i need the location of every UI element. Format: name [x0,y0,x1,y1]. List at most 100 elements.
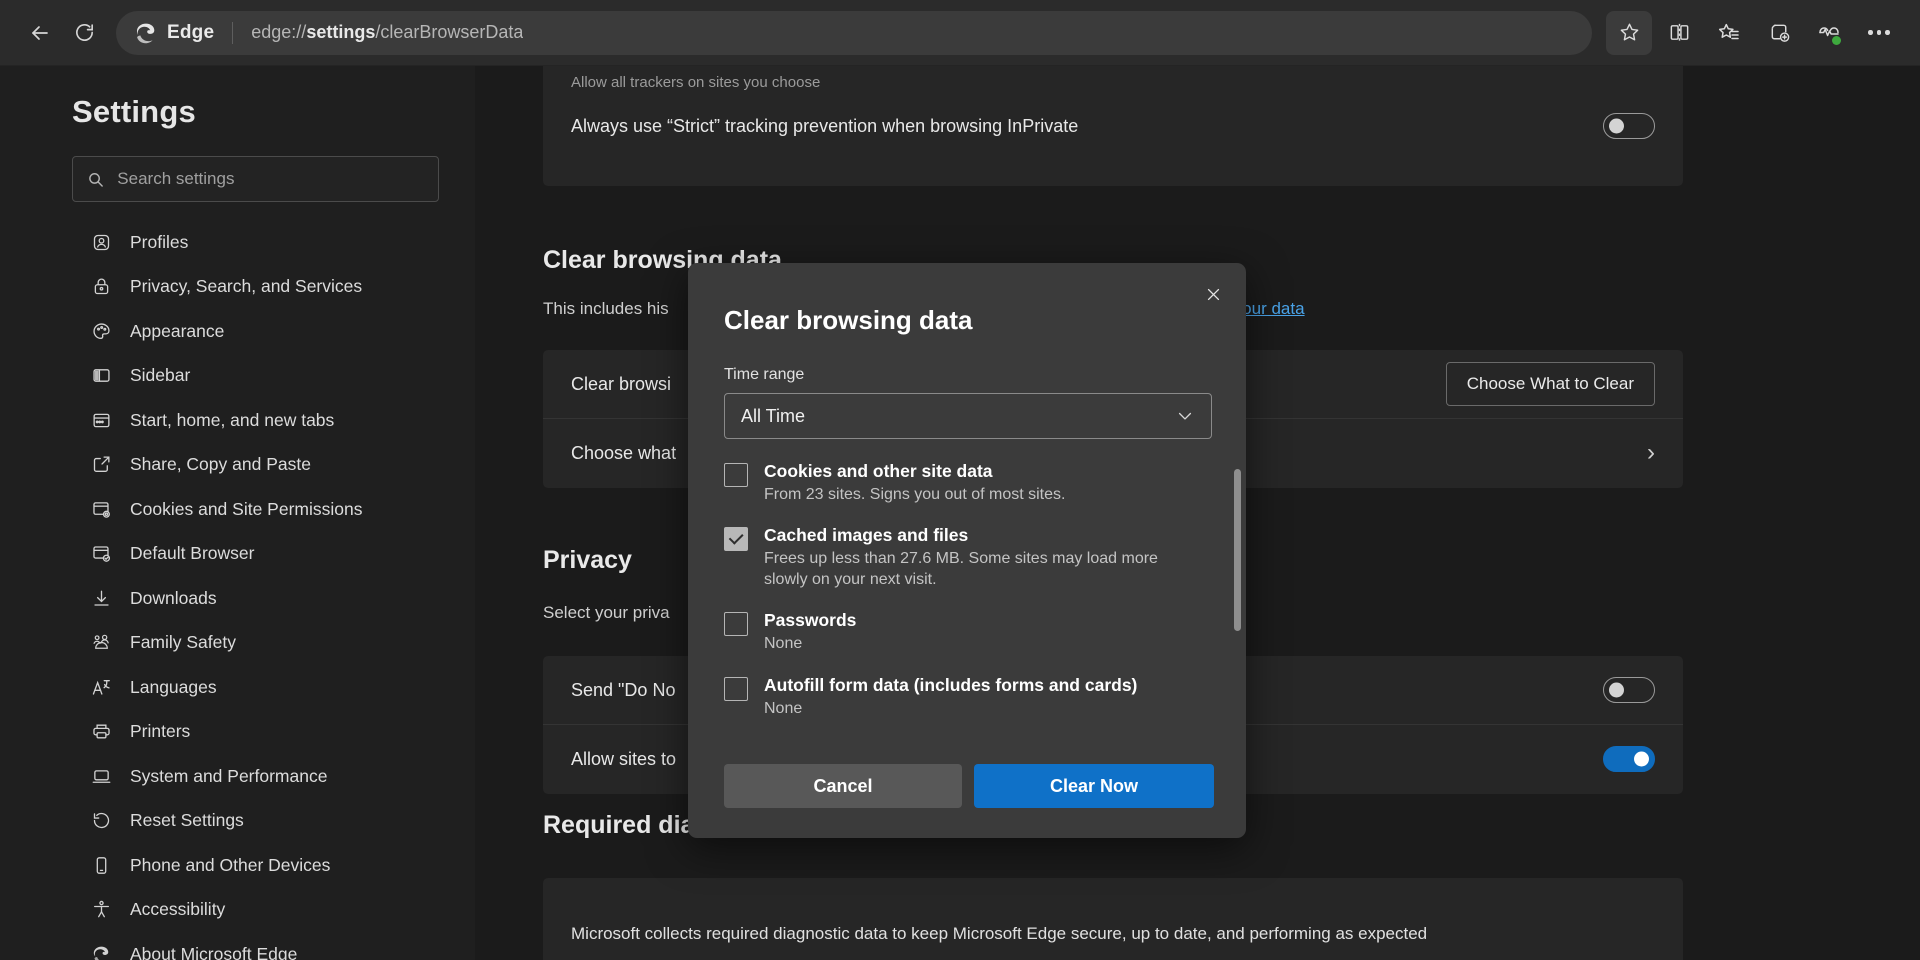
edge-brand: Edge [134,21,214,45]
favorites-list-button[interactable] [1706,11,1752,55]
browser-essentials-button[interactable] [1806,11,1852,55]
list-item[interactable]: Autofill form data (includes forms and c… [724,675,1228,719]
collections-button[interactable] [1756,11,1802,55]
favorite-star-button[interactable] [1606,11,1652,55]
sidebar-item-appearance[interactable]: Appearance [0,309,475,354]
dialog-scrollbar-thumb[interactable] [1234,469,1241,631]
option-description: None [764,699,1137,719]
privacy-description: Select your priva [543,603,670,623]
autofill-checkbox[interactable] [724,677,748,701]
sidebar-item-label: Languages [130,677,217,698]
search-settings-box[interactable] [72,156,439,202]
accessibility-icon [90,899,112,921]
sidebar-item-about-microsoft-edge[interactable]: About Microsoft Edge [0,932,475,960]
chrome-actions [1606,11,1902,55]
sidebar-item-label: Printers [130,721,190,742]
diagnostic-data-body: Microsoft collects required diagnostic d… [543,878,1683,944]
sidebar-item-system-performance[interactable]: System and Performance [0,754,475,799]
option-title: Autofill form data (includes forms and c… [764,675,1137,696]
edge-logo-icon [90,943,112,960]
sidebar-item-family-safety[interactable]: Family Safety [0,621,475,666]
sidebar-item-sidebar[interactable]: Sidebar [0,354,475,399]
dialog-scrollbar[interactable] [1234,461,1241,764]
search-input[interactable] [117,169,424,189]
sidebar-item-label: Profiles [130,232,188,253]
option-description: None [764,634,856,654]
address-bar[interactable]: Edge edge://settings/clearBrowserData [116,11,1592,55]
favorites-list-icon [1717,21,1741,45]
back-arrow-icon [28,21,52,45]
sidebar-item-default-browser[interactable]: Default Browser [0,532,475,577]
split-screen-button[interactable] [1656,11,1702,55]
share-icon [90,454,112,476]
time-range-select[interactable]: All Time [724,393,1212,439]
sidebar-item-label: System and Performance [130,766,327,787]
option-title: Passwords [764,610,856,631]
list-item[interactable]: Cookies and other site data From 23 site… [724,461,1228,505]
cached-images-checkbox[interactable] [724,527,748,551]
collections-icon [1768,21,1791,44]
sidebar-icon [90,365,112,387]
choose-what-to-clear-button[interactable]: Choose What to Clear [1446,362,1655,406]
sidebar-item-label: Family Safety [130,632,236,653]
languages-icon [90,676,112,698]
sidebar-item-accessibility[interactable]: Accessibility [0,888,475,933]
download-icon [90,587,112,609]
sidebar-item-label: Reset Settings [130,810,244,831]
sidebar-item-label: Phone and Other Devices [130,855,330,876]
cancel-button[interactable]: Cancel [724,764,962,808]
more-options-icon [1868,30,1890,35]
sidebar-item-languages[interactable]: Languages [0,665,475,710]
privacy-heading: Privacy [543,546,632,575]
option-description: From 23 sites. Signs you out of most sit… [764,485,1065,505]
dialog-footer: Cancel Clear Now [688,764,1246,838]
sidebar-item-reset-settings[interactable]: Reset Settings [0,799,475,844]
data-type-list: Cookies and other site data From 23 site… [688,461,1246,764]
strict-tracking-toggle[interactable] [1603,113,1655,139]
chevron-right-icon: › [1647,439,1655,467]
back-button[interactable] [18,11,62,55]
favorite-star-icon [1618,21,1641,44]
option-description: Frees up less than 27.6 MB. Some sites m… [764,549,1194,590]
allow-sites-toggle[interactable] [1603,746,1655,772]
sidebar-item-privacy-search-services[interactable]: Privacy, Search, and Services [0,265,475,310]
option-title: Cookies and other site data [764,461,1065,482]
cookies-checkbox[interactable] [724,463,748,487]
cookies-icon [90,498,112,520]
sidebar-nav: Profiles Privacy, Search, and Services A… [0,220,475,960]
home-tabs-icon [90,409,112,431]
close-icon[interactable] [1196,277,1230,311]
clear-now-button[interactable]: Clear Now [974,764,1214,808]
time-range-value: All Time [741,406,805,427]
sidebar-item-printers[interactable]: Printers [0,710,475,755]
more-options-button[interactable] [1856,11,1902,55]
diagnostic-data-card: Microsoft collects required diagnostic d… [543,878,1683,960]
tracking-prevention-card: Allow all trackers on sites you choose A… [543,66,1683,186]
edge-brand-label: Edge [167,22,214,44]
reload-button[interactable] [62,11,106,55]
list-item[interactable]: Cached images and files Frees up less th… [724,525,1228,590]
sidebar-item-label: Share, Copy and Paste [130,454,311,475]
sidebar-item-profiles[interactable]: Profiles [0,220,475,265]
sidebar-item-share-copy-paste[interactable]: Share, Copy and Paste [0,443,475,488]
list-item[interactable]: Passwords None [724,610,1228,654]
laptop-icon [90,765,112,787]
sidebar-item-downloads[interactable]: Downloads [0,576,475,621]
sidebar-item-phone-other-devices[interactable]: Phone and Other Devices [0,843,475,888]
strict-tracking-row[interactable]: Always use “Strict” tracking prevention … [543,92,1683,160]
sidebar-item-cookies-site-permissions[interactable]: Cookies and Site Permissions [0,487,475,532]
sidebar-item-label: Default Browser [130,543,255,564]
do-not-track-toggle[interactable] [1603,677,1655,703]
printer-icon [90,721,112,743]
family-icon [90,632,112,654]
sidebar-item-start-home-new-tabs[interactable]: Start, home, and new tabs [0,398,475,443]
passwords-checkbox[interactable] [724,612,748,636]
sidebar-item-label: Start, home, and new tabs [130,410,334,431]
default-browser-icon [90,543,112,565]
search-icon [87,170,104,189]
reload-icon [73,21,96,44]
status-dot [1832,36,1841,45]
sidebar-item-label: Cookies and Site Permissions [130,499,362,520]
edge-logo-icon [134,21,158,45]
phone-icon [90,854,112,876]
